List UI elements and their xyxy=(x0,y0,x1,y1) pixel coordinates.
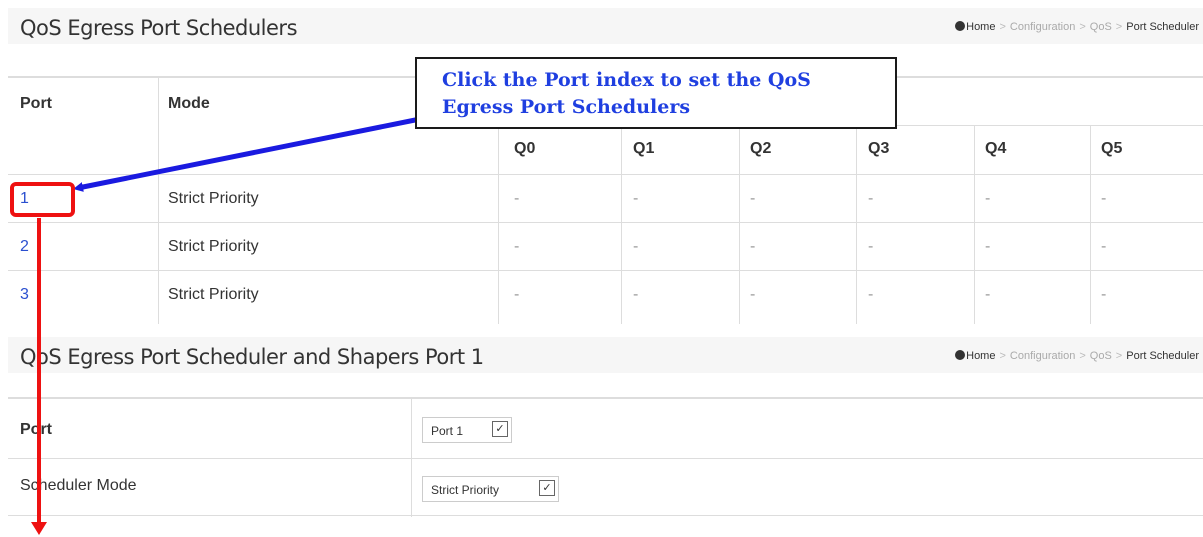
callout-line-2: Egress Port Schedulers xyxy=(442,96,691,118)
red-arrowhead xyxy=(31,522,47,535)
instruction-callout: Click the Port index to set the QoS Egre… xyxy=(415,57,897,129)
callout-line-1: Click the Port index to set the QoS xyxy=(442,69,811,91)
blue-pointer-arrow xyxy=(73,114,431,192)
port-1-highlight xyxy=(10,182,75,217)
